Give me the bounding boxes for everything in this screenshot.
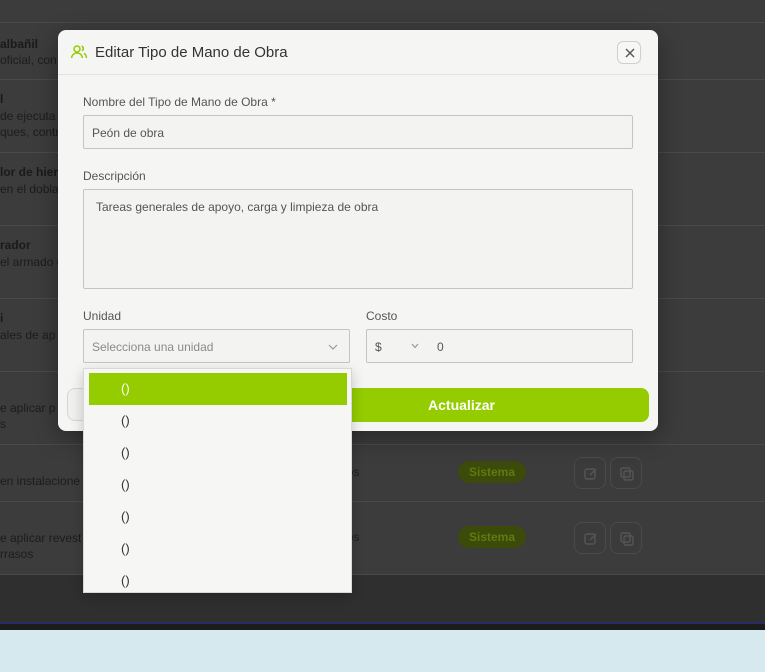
currency-value: $ bbox=[375, 340, 382, 354]
name-input[interactable]: Peón de obra bbox=[83, 115, 633, 149]
unit-select[interactable]: Selecciona una unidad bbox=[83, 329, 350, 363]
row-description: en instalacione bbox=[0, 474, 81, 488]
description-label: Descripción bbox=[83, 169, 146, 183]
dropdown-option[interactable]: () bbox=[89, 565, 347, 592]
dropdown-option[interactable]: () bbox=[89, 405, 347, 437]
row-description: de ejecuta bbox=[0, 109, 56, 123]
row-description: ques, contr bbox=[0, 125, 60, 139]
row-description: e aplicar revest bbox=[0, 531, 82, 545]
description-textarea[interactable]: Tareas generales de apoyo, carga y limpi… bbox=[83, 189, 633, 289]
row-description: ales de ap bbox=[0, 328, 56, 342]
dropdown-option[interactable]: () bbox=[89, 469, 347, 501]
dropdown-option[interactable]: () bbox=[89, 437, 347, 469]
currency-select[interactable]: $ bbox=[367, 330, 423, 362]
name-input-value: Peón de obra bbox=[92, 126, 165, 140]
row-title: lor de hierr bbox=[0, 165, 63, 179]
name-label: Nombre del Tipo de Mano de Obra * bbox=[83, 95, 276, 109]
description-value: Tareas generales de apoyo, carga y limpi… bbox=[96, 200, 379, 214]
row-description: oficial, con bbox=[0, 53, 57, 67]
dropdown-option[interactable]: () bbox=[89, 501, 347, 533]
row-title: rador bbox=[0, 238, 31, 252]
edit-icon bbox=[584, 468, 597, 480]
row-title: i bbox=[0, 311, 4, 325]
unit-dropdown-menu: () () () () () () () bbox=[83, 368, 352, 593]
cost-input[interactable]: 0 bbox=[437, 340, 444, 354]
users-icon bbox=[70, 43, 88, 66]
row-title: albañil bbox=[0, 37, 39, 51]
status-badge: Sistema bbox=[458, 461, 526, 483]
table-row bbox=[0, 0, 765, 23]
close-button[interactable] bbox=[617, 41, 641, 64]
row-description: el armado d bbox=[0, 255, 64, 269]
row-description: e aplicar p bbox=[0, 401, 56, 415]
copy-icon bbox=[620, 532, 634, 546]
unit-label: Unidad bbox=[83, 309, 122, 323]
row-description: s bbox=[0, 417, 6, 431]
dropdown-option[interactable]: () bbox=[89, 533, 347, 565]
row-title: l bbox=[0, 92, 4, 106]
page-footer bbox=[0, 630, 765, 672]
chevron-down-icon bbox=[411, 343, 419, 349]
cost-label: Costo bbox=[366, 309, 398, 323]
edit-icon bbox=[584, 533, 597, 545]
unit-select-placeholder: Selecciona una unidad bbox=[92, 340, 214, 354]
duplicate-button[interactable] bbox=[610, 457, 642, 489]
row-description: rrasos bbox=[0, 547, 34, 561]
cost-field: $ 0 bbox=[366, 329, 633, 363]
duplicate-button[interactable] bbox=[610, 522, 642, 554]
row-description: en el dobla bbox=[0, 182, 59, 196]
copy-icon bbox=[620, 467, 634, 481]
edit-button[interactable] bbox=[574, 457, 606, 489]
dropdown-option[interactable]: () bbox=[89, 373, 347, 405]
close-icon bbox=[625, 48, 635, 58]
chevron-down-icon bbox=[328, 344, 338, 350]
edit-button[interactable] bbox=[574, 522, 606, 554]
modal-title: Editar Tipo de Mano de Obra bbox=[95, 44, 288, 61]
modal-header: Editar Tipo de Mano de Obra bbox=[58, 30, 658, 75]
status-badge: Sistema bbox=[458, 526, 526, 548]
